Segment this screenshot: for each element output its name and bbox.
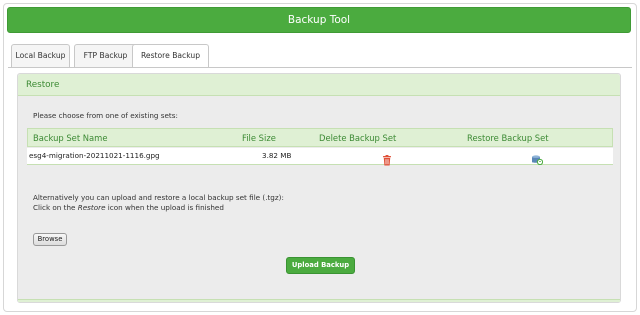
alt-upload-line2: Click on the Restore icon when the uploa… bbox=[33, 203, 224, 212]
alt-upload-line2-pre: Click on the bbox=[33, 203, 78, 212]
alt-upload-line1: Alternatively you can upload and restore… bbox=[33, 193, 284, 202]
browse-button[interactable]: Browse bbox=[33, 233, 67, 246]
backup-set-name: esg4-migration-20211021-1116.gpg bbox=[29, 151, 160, 160]
col-file-size: File Size bbox=[242, 133, 276, 143]
panel-heading: Restore bbox=[18, 74, 620, 96]
restore-intro: Please choose from one of existing sets: bbox=[33, 111, 178, 120]
col-backup-set-name: Backup Set Name bbox=[33, 133, 108, 143]
panel-footer bbox=[18, 299, 620, 302]
backup-file-size: 3.82 MB bbox=[262, 151, 292, 160]
restore-icon[interactable] bbox=[531, 150, 544, 169]
tab-divider bbox=[8, 67, 632, 68]
upload-backup-button[interactable]: Upload Backup bbox=[286, 257, 355, 274]
tab-local-backup[interactable]: Local Backup bbox=[11, 44, 70, 67]
table-row: esg4-migration-20211021-1116.gpg 3.82 MB bbox=[27, 148, 613, 166]
alt-upload-line2-emphasis: Restore bbox=[77, 203, 106, 212]
col-delete-backup-set: Delete Backup Set bbox=[319, 133, 397, 143]
table-header: Backup Set Name File Size Delete Backup … bbox=[27, 128, 613, 147]
window-title: Backup Tool bbox=[7, 7, 631, 33]
tab-restore-backup[interactable]: Restore Backup bbox=[132, 44, 209, 68]
tab-ftp-backup[interactable]: FTP Backup bbox=[74, 44, 137, 67]
alt-upload-line2-post: icon when the upload is finished bbox=[105, 203, 224, 212]
trash-icon[interactable] bbox=[382, 151, 392, 170]
col-restore-backup-set: Restore Backup Set bbox=[467, 133, 549, 143]
